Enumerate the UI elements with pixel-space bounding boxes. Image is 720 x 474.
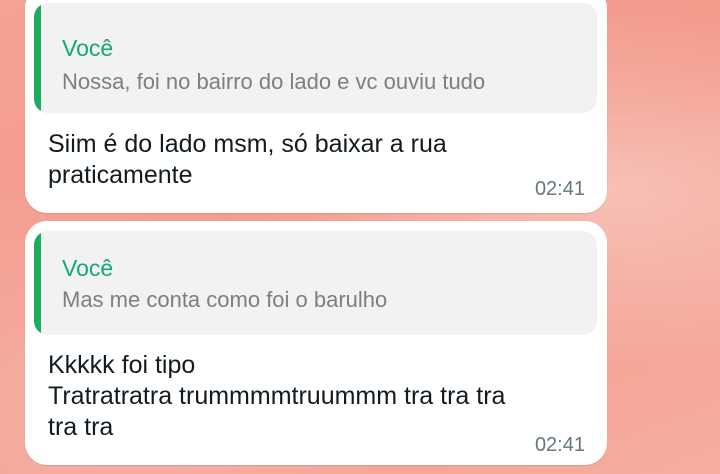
quoted-message[interactable]: Você Mas me conta como foi o barulho <box>34 231 597 335</box>
message-bubble[interactable]: Você Mas me conta como foi o barulho Kkk… <box>25 221 607 465</box>
message-bubble[interactable]: Você Nossa, foi no bairro do lado e vc o… <box>25 0 607 213</box>
message-text: Siim é do lado msm, só baixar a rua prat… <box>48 130 447 189</box>
quote-author: Você <box>62 35 114 61</box>
quoted-message[interactable]: Você Nossa, foi no bairro do lado e vc o… <box>34 3 597 113</box>
message-timestamp: 02:41 <box>534 178 585 200</box>
quote-author: Você <box>62 255 114 281</box>
quote-text: Nossa, foi no bairro do lado e vc ouviu … <box>62 69 486 94</box>
quote-text: Mas me conta como foi o barulho <box>62 287 388 312</box>
quote-accent-bar <box>34 231 41 335</box>
message-text: Kkkkk foi tipo Tratratratra trummmmtruum… <box>48 351 506 441</box>
message-timestamp: 02:41 <box>534 434 585 456</box>
quote-accent-bar <box>34 3 41 113</box>
